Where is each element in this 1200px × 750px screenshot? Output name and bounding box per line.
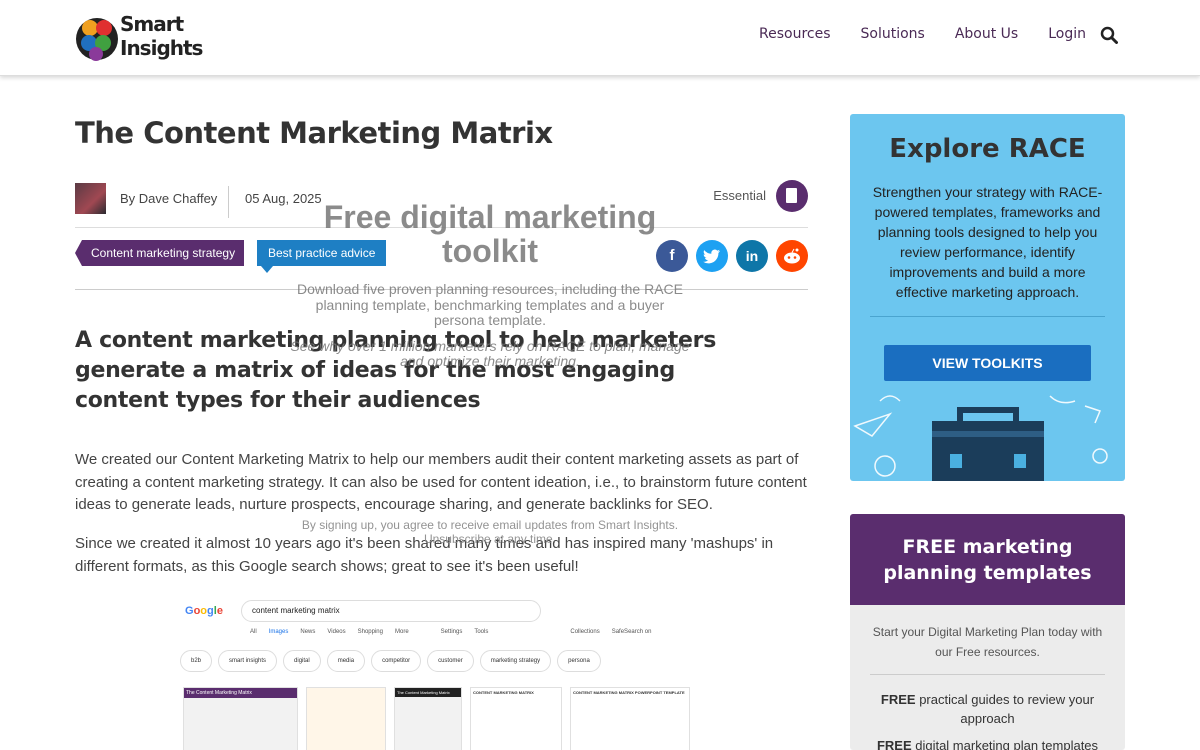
screenshot-thumbnail: The Content Marketing Matrix: [183, 687, 298, 750]
free-templates-divider: [870, 674, 1105, 675]
screenshot-tab: SafeSearch on: [611, 629, 652, 635]
screenshot-tab: Settings: [440, 629, 463, 635]
free-label: FREE: [876, 738, 912, 750]
explore-race-panel: Explore RACE Strengthen your strategy wi…: [850, 114, 1125, 481]
screenshot-tab: Images: [268, 629, 289, 635]
essential-badge-icon: [776, 180, 808, 212]
logo-line-2: Insights: [120, 36, 203, 60]
free-templates-title: FREE marketing planning templates: [883, 536, 1092, 584]
view-toolkits-button[interactable]: VIEW TOOLKITS: [884, 345, 1091, 381]
publish-date: 05 Aug, 2025: [245, 191, 322, 206]
popup-legal-text: By signing up, you agree to receive emai…: [301, 518, 679, 532]
screenshot-search-box: content marketing matrix: [241, 600, 541, 622]
article-subtitle: A content marketing planning tool to hel…: [75, 328, 716, 413]
reddit-share-icon[interactable]: [776, 240, 808, 272]
smart-insights-logo[interactable]: Smart Insights: [75, 10, 205, 68]
tags-bar: Content marketing strategy Best practice…: [74, 240, 808, 290]
site-header: Smart Insights Resources Solutions About…: [0, 0, 1200, 76]
twitter-share-icon[interactable]: [696, 240, 728, 272]
screenshot-tabs: All Images News Videos Shopping More Set…: [250, 629, 651, 635]
free-templates-item[interactable]: FREE practical guides to review your app…: [865, 690, 1110, 728]
tag-content-marketing-strategy[interactable]: Content marketing strategy: [74, 240, 245, 266]
screenshot-tab: All: [250, 629, 257, 635]
logo-mark-icon: [76, 18, 118, 61]
tag-best-practice-advice[interactable]: Best practice advice: [257, 240, 387, 273]
meta-divider: [228, 186, 229, 218]
screenshot-thumbnail: The Content Marketing Matrix: [394, 687, 462, 750]
screenshot-tab: Videos: [327, 629, 346, 635]
nav-about-us[interactable]: About Us: [955, 26, 1018, 42]
nav-login[interactable]: Login: [1048, 26, 1086, 42]
free-label: FREE: [880, 692, 916, 707]
toolkit-briefcase-illustration: [853, 395, 1108, 481]
free-item-text: practical guides to review your approach: [915, 692, 1095, 726]
screenshot-chip: smart insights: [218, 650, 278, 672]
screenshot-tab: News: [300, 629, 316, 635]
screenshot-chip: competitor: [371, 650, 422, 672]
free-templates-panel: FREE marketing planning templates Start …: [850, 514, 1125, 750]
screenshot-chip: digital: [283, 650, 321, 672]
thumbnail-label: The Content Marketing Matrix: [184, 688, 297, 698]
screenshot-chip: marketing strategy: [479, 650, 552, 672]
race-panel-divider: [870, 316, 1105, 317]
free-templates-header: FREE marketing planning templates: [850, 514, 1125, 605]
google-search-screenshot: Google content marketing matrix All Imag…: [175, 595, 710, 750]
article-meta: By Dave Chaffey 05 Aug, 2025 Essential: [75, 180, 808, 228]
screenshot-tab: Collections: [570, 629, 600, 635]
author-avatar: [75, 183, 106, 214]
logo-line-1: Smart: [120, 12, 184, 36]
free-item-text: digital marketing plan templates: [911, 738, 1099, 750]
screenshot-tab: More: [394, 629, 409, 635]
page-title: The Content Marketing Matrix: [75, 116, 553, 150]
facebook-share-icon[interactable]: f: [656, 240, 688, 272]
level-label: Essential: [713, 188, 766, 203]
screenshot-tab: Tools: [474, 629, 489, 635]
screenshot-thumbnail: CONTENT MARKETING MATRIX POWERPOINT TEMP…: [570, 687, 690, 750]
screenshot-chip: persona: [557, 650, 601, 672]
thumbnail-label: CONTENT MARKETING MATRIX: [473, 690, 534, 695]
thumbnail-label: The Content Marketing Matrix: [395, 688, 461, 697]
article-paragraph-1: We created our Content Marketing Matrix …: [75, 451, 807, 513]
screenshot-tab: Shopping: [357, 629, 383, 635]
screenshot-thumbnail: CONTENT MARKETING MATRIX: [470, 687, 562, 750]
screenshot-chip: b2b: [180, 650, 213, 672]
nav-solutions[interactable]: Solutions: [861, 26, 925, 42]
nav-resources[interactable]: Resources: [759, 26, 831, 42]
popup-unsubscribe-text: Unsubscribe at any time.: [423, 532, 557, 546]
google-logo: Google: [185, 605, 223, 617]
thumbnail-label: CONTENT MARKETING MATRIX POWERPOINT TEMP…: [573, 690, 685, 695]
linkedin-share-icon[interactable]: in: [736, 240, 768, 272]
search-icon[interactable]: [1100, 26, 1118, 44]
screenshot-thumbnails: The Content Marketing Matrix The Content…: [183, 687, 690, 750]
free-templates-item[interactable]: FREE digital marketing plan templates: [865, 736, 1110, 750]
screenshot-chips: b2b smart insights digital media competi…: [180, 650, 601, 672]
screenshot-thumbnail: [306, 687, 386, 750]
free-templates-text: Start your Digital Marketing Plan today …: [872, 625, 1103, 659]
author-name[interactable]: By Dave Chaffey: [120, 191, 217, 206]
race-panel-text: Strengthen your strategy with RACE-power…: [872, 184, 1103, 300]
screenshot-chip: media: [326, 650, 366, 672]
screenshot-chip: customer: [427, 650, 474, 672]
race-panel-title: Explore RACE: [889, 134, 1086, 164]
